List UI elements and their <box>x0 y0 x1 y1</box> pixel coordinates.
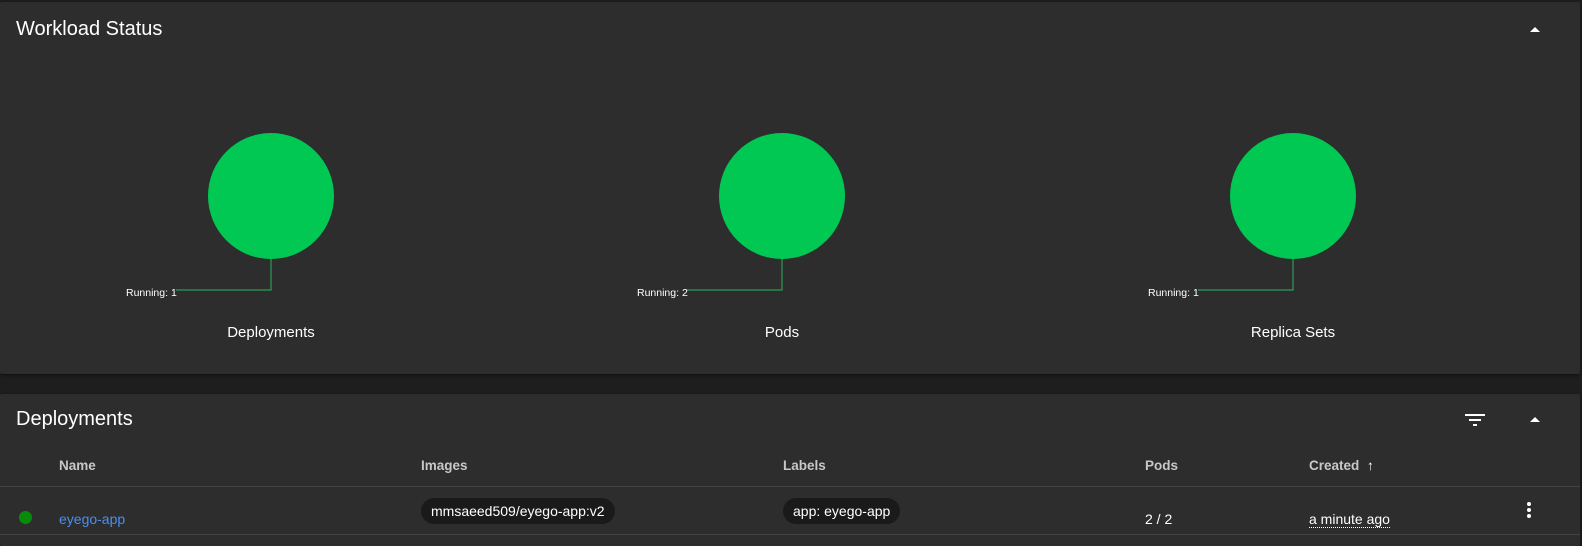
row-actions-button[interactable] <box>1513 494 1545 526</box>
pods-running-label: Running: 2 <box>637 287 688 299</box>
deployments-leader-line <box>176 259 272 291</box>
pods-running-slice <box>719 133 845 259</box>
replicasets-chart-label[interactable]: Replica Sets <box>1193 324 1393 341</box>
deployments-chart <box>176 133 334 291</box>
column-header-created[interactable]: Created ↑ <box>1309 458 1374 473</box>
workload-status-card: Workload Status Running: 1 Running: 2 Ru… <box>0 2 1580 374</box>
filter-button[interactable] <box>1459 404 1491 436</box>
column-header-images: Images <box>421 458 468 473</box>
pods-chart-label[interactable]: Pods <box>682 324 882 341</box>
column-header-created-label: Created <box>1309 458 1360 473</box>
row-divider <box>0 534 1580 535</box>
pods-count: 2 / 2 <box>1145 511 1173 527</box>
collapse-deployments-button[interactable] <box>1519 404 1551 436</box>
replicasets-leader-line <box>1198 259 1294 291</box>
pods-leader-line <box>687 259 783 291</box>
column-header-labels: Labels <box>783 458 826 473</box>
replicasets-running-label: Running: 1 <box>1148 287 1199 299</box>
column-header-name[interactable]: Name <box>59 458 96 473</box>
pods-chart <box>687 133 845 291</box>
deployments-title: Deployments <box>16 408 133 430</box>
workload-charts <box>176 133 1356 291</box>
deployments-running-slice <box>208 133 334 259</box>
status-running-icon <box>19 511 32 524</box>
deployments-card: Deployments Name Images Labels Pods Crea… <box>0 394 1580 546</box>
created-time: a minute ago <box>1309 510 1390 528</box>
label-chip: app: eyego-app <box>783 498 901 524</box>
image-chip: mmsaeed509/eyego-app:v2 <box>421 498 615 524</box>
created-time-text: a minute ago <box>1309 511 1390 528</box>
deployments-chart-label[interactable]: Deployments <box>171 324 371 341</box>
more-vert-icon <box>1527 502 1531 518</box>
replicasets-chart <box>1198 133 1356 291</box>
column-header-pods: Pods <box>1145 458 1179 473</box>
filter-icon <box>1465 414 1485 426</box>
sort-ascending-icon: ↑ <box>1367 458 1374 473</box>
replicasets-running-slice <box>1230 133 1356 259</box>
header-divider <box>0 486 1580 487</box>
deployment-name[interactable]: eyego-app <box>59 511 125 527</box>
deployments-running-label: Running: 1 <box>126 287 177 299</box>
deployment-name-link[interactable]: eyego-app <box>59 510 125 528</box>
chevron-up-icon <box>1530 417 1540 422</box>
